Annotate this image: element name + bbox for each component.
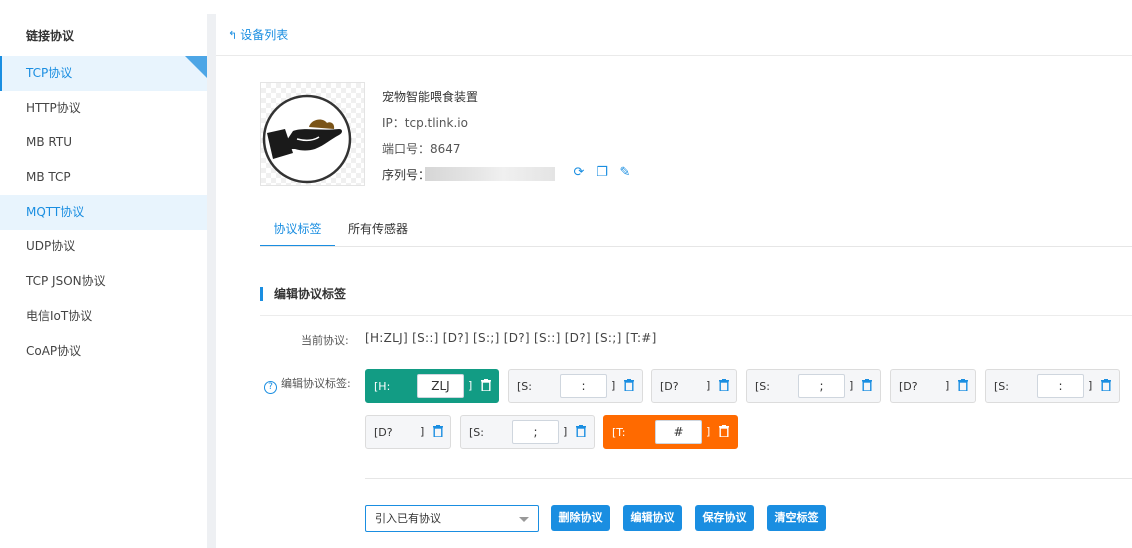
sidebar-item-telecom-iot[interactable]: 电信IoT协议 — [0, 299, 207, 334]
copy-icon[interactable]: ❐ — [595, 165, 609, 181]
delete-protocol-button[interactable]: 删除协议 — [551, 505, 610, 531]
tag-prefix: [S: — [469, 426, 484, 439]
trash-icon[interactable] — [481, 379, 491, 391]
tag-prefix: [H: — [374, 380, 391, 393]
sidebar-item-tcp-json[interactable]: TCP JSON协议 — [0, 264, 207, 299]
section-divider — [260, 315, 1132, 316]
tag-value-input[interactable]: ; — [798, 374, 845, 398]
tag-tail[interactable]: [T: # ] — [603, 415, 738, 449]
tag-prefix: [D? — [899, 380, 918, 393]
edit-protocol-button[interactable]: 编辑协议 — [623, 505, 682, 531]
trash-icon[interactable] — [624, 379, 634, 391]
trash-icon[interactable] — [719, 425, 729, 437]
tab-all-sensors[interactable]: 所有传感器 — [348, 212, 418, 247]
select-value: 引入已有协议 — [375, 512, 441, 525]
back-link-label: 设备列表 — [240, 28, 289, 42]
serial-label: 序列号： — [382, 168, 431, 182]
trash-icon[interactable] — [576, 425, 586, 437]
tag-value-input[interactable]: : — [1037, 374, 1084, 398]
tag-value-input[interactable]: ZLJ — [417, 374, 464, 398]
tag-prefix: [T: — [612, 426, 626, 439]
tab-protocol-tags[interactable]: 协议标签 — [260, 212, 335, 247]
sidebar-item-mb-tcp[interactable]: MB TCP — [0, 160, 207, 195]
save-protocol-button[interactable]: 保存协议 — [695, 505, 754, 531]
tag-separator[interactable]: [S: : ] — [985, 369, 1120, 403]
sidebar: 链接协议 TCP协议 HTTP协议 MB RTU MB TCP MQTT协议 U… — [0, 0, 207, 548]
sidebar-item-mb-rtu[interactable]: MB RTU — [0, 125, 207, 160]
import-protocol-select[interactable]: 引入已有协议 — [365, 505, 539, 532]
divider — [216, 55, 1132, 56]
sidebar-item-tcp[interactable]: TCP协议 — [0, 56, 207, 91]
help-icon[interactable]: ? — [264, 381, 277, 394]
current-protocol-value: [H:ZLJ] [S::] [D?] [S:;] [D?] [S::] [D?]… — [365, 331, 657, 345]
new-badge-corner — [185, 56, 207, 78]
tag-value-input[interactable]: # — [655, 420, 702, 444]
tag-header[interactable]: [H: ZLJ ] — [365, 369, 499, 403]
feeder-hand-icon — [262, 94, 352, 184]
tag-data[interactable]: [D? ] — [890, 369, 976, 403]
tag-separator[interactable]: [S: : ] — [508, 369, 643, 403]
device-port: 端口号：8647 — [382, 142, 461, 156]
edit-tags-label: ? 编辑协议标签: — [264, 375, 351, 394]
sidebar-item-mqtt[interactable]: MQTT协议 — [0, 195, 207, 230]
tag-prefix: [S: — [517, 380, 532, 393]
trash-icon[interactable] — [862, 379, 872, 391]
device-ip: IP：tcp.tlink.io — [382, 116, 468, 130]
edit-pencil-icon[interactable]: ✎ — [618, 165, 632, 181]
back-arrow-icon: ↰ — [228, 29, 238, 42]
tag-prefix: [S: — [994, 380, 1009, 393]
sidebar-gutter — [207, 14, 216, 548]
trash-icon[interactable] — [1101, 379, 1111, 391]
tag-prefix: [S: — [755, 380, 770, 393]
serial-value-redacted — [425, 167, 555, 181]
sidebar-item-coap[interactable]: CoAP协议 — [0, 334, 207, 369]
serial-tools: ⟳ ❐ ✎ — [572, 165, 632, 181]
tag-separator[interactable]: [S: ; ] — [460, 415, 595, 449]
tag-value-input[interactable]: : — [560, 374, 607, 398]
tag-close-bracket: ] — [611, 379, 616, 392]
trash-icon[interactable] — [958, 379, 968, 391]
tag-data[interactable]: [D? ] — [365, 415, 451, 449]
edit-tags-label-text: 编辑协议标签: — [281, 377, 351, 390]
back-to-device-list-link[interactable]: ↰ 设备列表 — [228, 26, 288, 43]
tag-close-bracket: ] — [1088, 379, 1093, 392]
tag-close-bracket: ] — [945, 379, 950, 392]
refresh-icon[interactable]: ⟳ — [572, 165, 586, 181]
tag-close-bracket: ] — [706, 425, 711, 438]
section-title: 编辑协议标签 — [260, 287, 346, 301]
tag-prefix: [D? — [660, 380, 679, 393]
tag-separator[interactable]: [S: ; ] — [746, 369, 881, 403]
chevron-down-icon — [519, 517, 529, 522]
clear-tags-button[interactable]: 清空标签 — [767, 505, 826, 531]
tag-data[interactable]: [D? ] — [651, 369, 737, 403]
tag-close-bracket: ] — [420, 425, 425, 438]
trash-icon[interactable] — [433, 425, 443, 437]
tag-close-bracket: ] — [706, 379, 711, 392]
sidebar-title: 链接协议 — [26, 29, 75, 43]
tag-prefix: [D? — [374, 426, 393, 439]
current-protocol-label: 当前协议: — [301, 334, 349, 347]
device-image — [260, 82, 365, 186]
tag-close-bracket: ] — [468, 379, 473, 392]
sidebar-item-http[interactable]: HTTP协议 — [0, 91, 207, 126]
trash-icon[interactable] — [719, 379, 729, 391]
device-name: 宠物智能喂食装置 — [382, 90, 479, 104]
actions-divider — [365, 478, 1132, 479]
tag-close-bracket: ] — [563, 425, 568, 438]
sidebar-item-udp[interactable]: UDP协议 — [0, 229, 207, 264]
tag-value-input[interactable]: ; — [512, 420, 559, 444]
tag-close-bracket: ] — [849, 379, 854, 392]
tab-divider — [260, 246, 1132, 247]
